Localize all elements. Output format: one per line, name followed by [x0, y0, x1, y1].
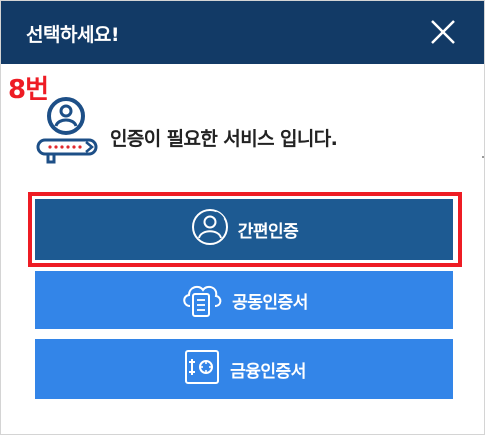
financial-certificate-button[interactable]: 금융인증서 — [35, 339, 453, 399]
edge-mark — [482, 156, 484, 158]
user-circle-icon — [190, 207, 230, 252]
user-auth-icon — [34, 96, 99, 166]
joint-certificate-label: 공동인증서 — [232, 292, 308, 313]
close-icon[interactable] — [428, 17, 458, 47]
joint-certificate-button[interactable]: 공동인증서 — [35, 271, 453, 329]
auth-select-dialog: 선택하세요! 8번 인증이 필요한 서비스 입니다. 간편인증 공동인증서 금융… — [0, 0, 485, 435]
dialog-header: 선택하세요! — [1, 1, 484, 64]
cloud-certificate-icon — [180, 278, 224, 323]
safe-icon — [182, 347, 222, 392]
financial-certificate-label: 금융인증서 — [230, 361, 306, 382]
auth-required-message: 인증이 필요한 서비스 입니다. — [110, 128, 338, 150]
dialog-title: 선택하세요! — [26, 24, 120, 46]
simple-auth-button[interactable]: 간편인증 — [35, 199, 453, 260]
simple-auth-label: 간편인증 — [237, 222, 299, 242]
